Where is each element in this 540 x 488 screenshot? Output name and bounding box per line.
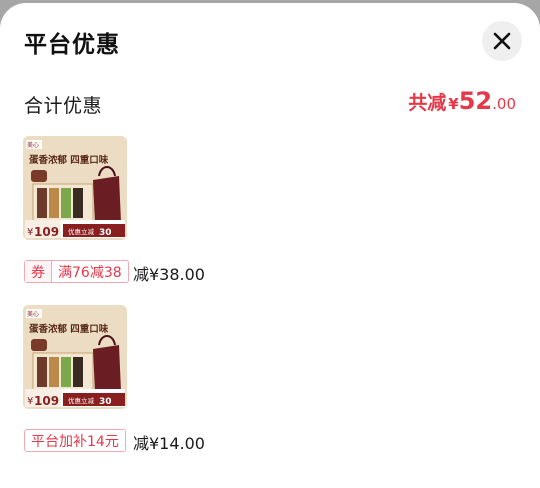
- brand-logo: 美心: [27, 141, 39, 149]
- product-headline: 蛋香浓郁 四重口味: [29, 154, 109, 166]
- total-discount-label: 合计优惠: [24, 95, 103, 117]
- coupon-type-label: 券: [25, 261, 52, 282]
- coupon-rule-label: 满76减38: [58, 264, 122, 281]
- product-price: 109: [34, 394, 59, 408]
- total-currency: ¥: [448, 95, 459, 113]
- promo-badge-amount: 30: [99, 397, 112, 407]
- total-discount-amount: 共减 ¥ 52 .00: [408, 87, 516, 115]
- promo-badge-amount: 30: [99, 228, 112, 238]
- product-image[interactable]: 美心 蛋香浓郁 四重口味 ¥ 109 优惠立减 30: [23, 136, 127, 240]
- product-image[interactable]: 美心 蛋香浓郁 四重口味 ¥ 109 优惠立减 30: [23, 305, 127, 409]
- close-icon: [493, 32, 511, 50]
- promo-badge: 优惠立减: [68, 227, 95, 236]
- product-price: 109: [34, 225, 59, 239]
- discount-sheet: 平台优惠 合计优惠 共减 ¥ 52 .00 美心 蛋香浓郁 四重口味 ¥ 109…: [0, 3, 540, 488]
- platform-subsidy-tag: 平台加补14元: [24, 429, 126, 452]
- item-discount: 减¥38.00: [133, 265, 205, 284]
- sheet-title: 平台优惠: [24, 32, 120, 58]
- coupon-tag: 券 满76减38: [24, 260, 129, 283]
- subsidy-label: 平台加补14元: [31, 433, 119, 450]
- total-prefix: 共减: [408, 92, 447, 114]
- total-amount-decimal: .00: [492, 95, 516, 113]
- promo-badge: 优惠立减: [68, 396, 95, 405]
- svg-text:¥: ¥: [27, 227, 33, 238]
- close-button[interactable]: [482, 21, 522, 61]
- product-headline: 蛋香浓郁 四重口味: [29, 323, 109, 335]
- total-amount-integer: 52: [458, 87, 493, 115]
- svg-text:¥: ¥: [27, 396, 33, 407]
- brand-logo: 美心: [27, 310, 39, 318]
- item-discount: 减¥14.00: [133, 434, 205, 453]
